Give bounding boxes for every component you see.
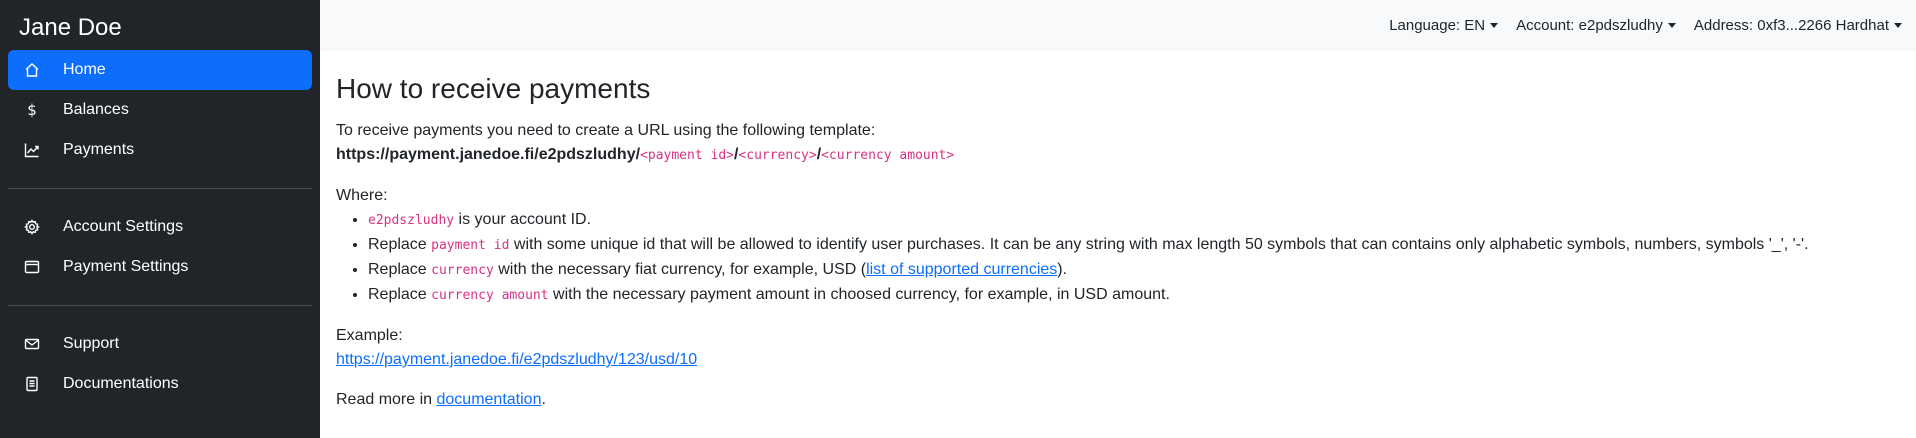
- caret-down-icon: [1667, 23, 1676, 28]
- main-area: Language: EN Account: e2pdszludhy Addres…: [320, 0, 1916, 438]
- list-item-prefix: Replace: [368, 286, 432, 303]
- address-label: Address: 0xf3...2266 Hardhat: [1693, 17, 1889, 34]
- sidebar-item-payment-settings[interactable]: Payment Settings: [8, 247, 312, 287]
- inline-code: payment id: [431, 238, 510, 253]
- caret-down-icon: [1894, 23, 1902, 28]
- sidebar: Jane Doe Home $ Balances Payments Accoun…: [0, 0, 320, 438]
- sidebar-item-label: Payment Settings: [63, 258, 189, 275]
- sidebar-item-payments[interactable]: Payments: [8, 130, 312, 170]
- list-item-prefix: Replace: [368, 261, 432, 278]
- home-icon: [23, 61, 41, 79]
- sidebar-item-balances[interactable]: $ Balances: [8, 90, 312, 130]
- window-icon: [23, 258, 41, 276]
- sidebar-item-label: Documentations: [63, 375, 179, 392]
- nav-primary: Home $ Balances Payments: [8, 50, 312, 170]
- inline-code: e2pdszludhy: [368, 213, 455, 228]
- list-item: Replace payment id with some unique id t…: [368, 233, 1900, 258]
- sidebar-item-account-settings[interactable]: Account Settings: [8, 207, 312, 247]
- sidebar-item-label: Home: [63, 61, 106, 78]
- inline-code: currency: [431, 263, 494, 278]
- inline-code: currency amount: [431, 288, 549, 303]
- sidebar-item-label: Payments: [63, 141, 135, 158]
- caret-down-icon: [1490, 23, 1499, 28]
- sidebar-item-label: Account Settings: [63, 218, 184, 235]
- list-item-text: with some unique id that will be allowed…: [509, 236, 1809, 253]
- sidebar-item-home[interactable]: Home: [8, 50, 312, 90]
- example-line: https://payment.janedoe.fi/e2pdszludhy/1…: [336, 348, 1900, 372]
- account-dropdown[interactable]: Account: e2pdszludhy: [1516, 17, 1676, 34]
- list-item: e2pdszludhy is your account ID.: [368, 208, 1900, 233]
- envelope-icon: [23, 335, 41, 353]
- sidebar-item-label: Support: [63, 335, 120, 352]
- nav-settings: Account Settings Payment Settings: [8, 207, 312, 287]
- address-dropdown[interactable]: Address: 0xf3...2266 Hardhat: [1694, 17, 1902, 34]
- template-base: https://payment.janedoe.fi/e2pdszludhy/: [336, 146, 641, 163]
- sidebar-item-documentations[interactable]: Documentations: [8, 364, 312, 404]
- where-list: e2pdszludhy is your account ID. Replace …: [336, 208, 1900, 308]
- topbar: Language: EN Account: e2pdszludhy Addres…: [320, 0, 1916, 51]
- language-dropdown[interactable]: Language: EN: [1389, 17, 1499, 34]
- account-label: Account: e2pdszludhy: [1516, 17, 1663, 34]
- content: How to receive payments To receive payme…: [320, 51, 1916, 412]
- documentation-link[interactable]: documentation: [437, 391, 542, 408]
- sidebar-divider: [8, 188, 312, 189]
- where-label: Where:: [336, 187, 388, 204]
- language-label: Language: EN: [1389, 17, 1486, 34]
- sidebar-item-label: Balances: [63, 101, 129, 118]
- page-title: How to receive payments: [336, 73, 651, 104]
- read-more-prefix: Read more in: [336, 391, 437, 408]
- nav-help: Support Documentations: [8, 324, 312, 404]
- template-payment-id: <payment id>: [640, 148, 734, 163]
- list-item: Replace currency with the necessary fiat…: [368, 258, 1900, 283]
- read-more: Read more in documentation.: [336, 388, 1900, 412]
- dollar-icon: $: [27, 101, 37, 119]
- example-label: Example:: [336, 327, 403, 344]
- template-currency: <currency>: [738, 148, 817, 163]
- list-item-text: with the necessary fiat currency, for ex…: [493, 261, 867, 278]
- sidebar-divider: [8, 305, 312, 306]
- list-item: Replace currency amount with the necessa…: [368, 283, 1900, 308]
- chart-line-icon: [23, 141, 41, 159]
- document-icon: [23, 375, 41, 393]
- supported-currencies-link[interactable]: list of supported currencies: [866, 261, 1057, 278]
- example-link[interactable]: https://payment.janedoe.fi/e2pdszludhy/1…: [336, 351, 697, 368]
- list-item-text: with the necessary payment amount in cho…: [548, 286, 1170, 303]
- read-more-suffix: .: [541, 391, 546, 408]
- app-root: Jane Doe Home $ Balances Payments Accoun…: [0, 0, 1916, 438]
- list-item-suffix: ).: [1057, 261, 1068, 278]
- template-amount: <currency amount>: [821, 148, 955, 163]
- list-item-prefix: Replace: [368, 236, 432, 253]
- intro-text: To receive payments you need to create a…: [336, 122, 876, 139]
- gear-icon: [23, 218, 41, 236]
- url-template: https://payment.janedoe.fi/e2pdszludhy/<…: [336, 143, 1900, 168]
- brand-title: Jane Doe: [19, 14, 122, 41]
- sidebar-item-support[interactable]: Support: [8, 324, 312, 364]
- list-item-text: is your account ID.: [454, 211, 592, 228]
